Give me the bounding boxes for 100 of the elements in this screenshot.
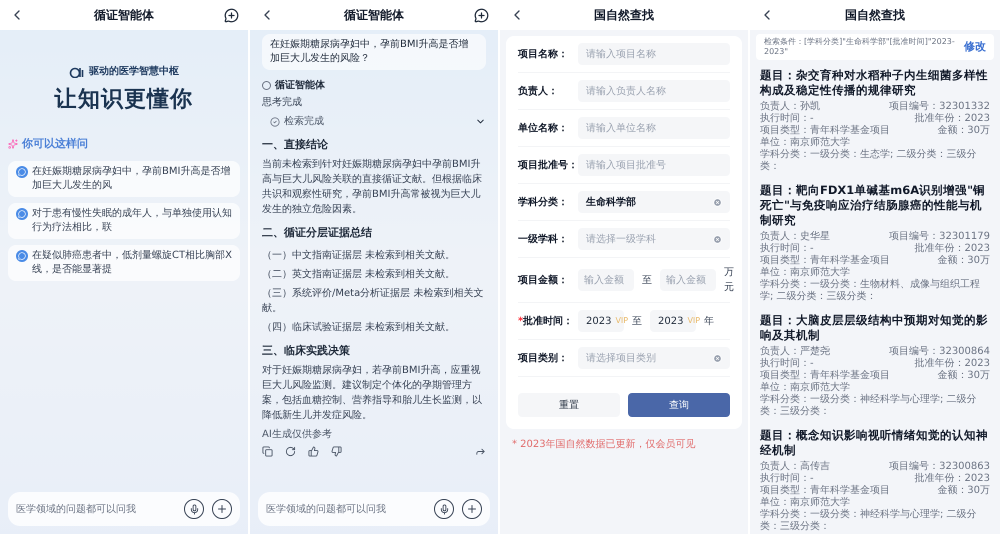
institution-text: 单位：南京师范大学 — [760, 267, 851, 278]
period-text: 执行时间：- — [760, 243, 814, 254]
microphone-icon[interactable] — [188, 504, 200, 514]
institution-text: 单位：南京师范大学 — [760, 382, 851, 394]
field-label: 项目金额： — [518, 273, 569, 288]
project-title: 题目：大脑皮层层级结构中预期对知觉的影响及其机制 — [760, 313, 989, 343]
text-field[interactable]: 请输入单位名称 — [578, 117, 730, 139]
text-field[interactable]: 请输入项目名称 — [578, 43, 730, 65]
amount-text: 金额：30万 — [937, 370, 990, 382]
project-number: 项目编号：32300863 — [889, 461, 990, 472]
amount-field[interactable]: 输入金额 — [660, 269, 716, 291]
period-text: 执行时间：- — [760, 358, 814, 370]
agent-icon — [262, 81, 271, 90]
add-button[interactable] — [212, 499, 232, 519]
field-label: 单位名称： — [518, 122, 569, 136]
field-label: 项目批准号： — [518, 158, 578, 172]
microphone-button[interactable] — [184, 499, 204, 519]
question-icon — [16, 208, 28, 220]
subject-text: 学科分类：一级分类：神经科学与心理学; 二级分类：三级分类： — [760, 394, 978, 418]
institution-text: 单位：南京师范大学 — [760, 137, 851, 148]
microphone-button[interactable] — [434, 499, 454, 519]
check-icon — [270, 116, 280, 126]
project-type: 项目类型：青年科学基金项目 — [760, 255, 890, 266]
project-title: 题目：概念知识影响视听情绪知觉的认知神经机制 — [760, 428, 989, 458]
copy-icon[interactable] — [262, 446, 273, 456]
field-label: 负责人： — [518, 84, 559, 98]
period-text: 执行时间：- — [760, 113, 814, 124]
screen-title: 国自然查找 — [845, 7, 905, 24]
microphone-icon[interactable] — [438, 504, 450, 514]
unit-label: 年 — [704, 314, 714, 328]
field-label: 学科分类： — [518, 196, 569, 210]
question-bubble: 在妊娠期糖尿病孕妇中，孕前BMI升高是否增加巨大儿发生的风险？ — [262, 34, 486, 70]
query-button[interactable]: 查询 — [628, 393, 730, 417]
answer-paragraph: （二）英文指南证据层 未检索到相关文献。 — [262, 268, 456, 282]
suggestion-chip[interactable]: 在疑似肺癌患者中，低剂量螺旋CT相比胸部X线，是否能显著提 — [8, 244, 240, 280]
unit-label: 万元 — [724, 266, 734, 295]
amount-text: 金额：30万 — [937, 125, 990, 137]
suggestion-chip[interactable]: 在妊娠期糖尿病孕妇中，孕前BMI升高是否增加巨大儿发生的风 — [8, 160, 240, 196]
section-heading: 一、直接结论 — [262, 137, 329, 153]
approval-year: 批准年份：2023 — [914, 243, 990, 254]
clear-icon[interactable] — [713, 234, 722, 244]
approval-year: 批准年份：2023 — [914, 473, 990, 484]
agent-name: 循证智能体 — [275, 78, 325, 93]
subject-text: 学科分类：一级分类：生态学; 二级分类：三级分类： — [760, 149, 978, 173]
project-type: 项目类型：青年科学基金项目 — [760, 125, 890, 136]
thumbs-up-icon[interactable] — [308, 446, 319, 456]
field-label: 项目名称： — [518, 48, 569, 62]
answer-paragraph: （三）系统评价/Meta分析证据层 未检索到相关文献。 — [262, 286, 484, 316]
plus-icon[interactable] — [216, 503, 228, 515]
question-icon — [16, 250, 28, 262]
add-button[interactable] — [462, 499, 482, 519]
field-label: 项目类别： — [518, 352, 569, 366]
field-label: *批准时间： — [518, 314, 574, 328]
chat-input-field[interactable]: 医学领域的问题都可以问我 — [258, 492, 490, 526]
text-field[interactable]: 请输入项目批准号 — [578, 154, 730, 176]
leader-text: 负责人：高传吉 — [760, 461, 830, 472]
subject-text: 学科分类：一级分类：神经科学与心理学; 二级分类：三级分类： — [760, 509, 978, 533]
institution-text: 单位：南京师范大学 — [760, 497, 851, 508]
screen-title: 循证智能体 — [344, 7, 404, 24]
regenerate-icon[interactable] — [285, 446, 296, 456]
section-heading: 二、循证分层证据总结 — [262, 224, 373, 240]
question-field[interactable]: 医学领域的问题都可以问我 — [266, 502, 426, 516]
range-separator: 至 — [642, 274, 652, 288]
range-separator: 至 — [632, 314, 642, 328]
clear-icon[interactable] — [713, 354, 722, 362]
period-text: 执行时间：- — [760, 473, 814, 484]
project-number: 项目编号：32301332 — [889, 101, 990, 112]
subject-text: 学科分类：一级分类：生物材料、成像与组织工程学; 二级分类：三级分类： — [760, 279, 981, 303]
project-title: 题目：杂交育种对水稻种子内生细菌多样性构成及稳定性传播的规律研究 — [760, 68, 989, 98]
project-number: 项目编号：32300864 — [889, 346, 990, 358]
project-type: 项目类型：青年科学基金项目 — [760, 370, 890, 382]
thumbs-down-icon[interactable] — [331, 446, 342, 456]
section-heading: 三、临床实践决策 — [262, 343, 351, 359]
answer-paragraph: （一）中文指南证据层 未检索到相关文献。 — [262, 248, 456, 263]
chat-input-field[interactable]: 医学领域的问题都可以问我 — [8, 492, 240, 526]
select-field[interactable]: 生命科学部 — [578, 191, 730, 213]
answer-paragraph: 当前未检索到针对妊娠期糖尿病孕妇中孕前BMI升高与巨大儿风险关联的直接循证文献。但根据临床共识和观察性研究，孕前BMI升高常被视为巨大儿发生的独立危险因素。 — [262, 158, 483, 216]
disclaimer-text: AI生成仅供参考 — [262, 428, 333, 442]
amount-text: 金额：30万 — [937, 255, 990, 267]
screen-title: 国自然查找 — [594, 7, 654, 24]
sparkle-icon — [8, 139, 18, 150]
question-field[interactable]: 医学领域的问题都可以问我 — [16, 502, 176, 516]
notice-text: * 2023年国自然数据已更新，仅会员可见 — [512, 438, 697, 452]
share-icon[interactable] — [475, 446, 486, 456]
step-label: 检索完成 — [284, 114, 325, 129]
question-icon — [16, 166, 28, 178]
screen-title: 循证智能体 — [94, 7, 154, 24]
approval-year: 批准年份：2023 — [914, 113, 990, 124]
amount-field[interactable]: 输入金额 — [578, 269, 634, 291]
project-type: 项目类型：青年科学基金项目 — [760, 485, 890, 496]
edit-link[interactable]: 修改 — [964, 38, 986, 56]
clear-icon[interactable] — [713, 198, 722, 206]
project-title: 题目：靶向FDX1单碱基m6A识别增强"铜死亡"与免疫响应治疗结肠腺癌的性能与机制研究 — [760, 183, 986, 228]
section-title: 你可以这样问 — [22, 136, 88, 152]
text-field[interactable]: 请输入负责人名称 — [578, 80, 730, 102]
plus-icon[interactable] — [466, 503, 478, 515]
reset-button[interactable]: 重置 — [518, 393, 620, 417]
leader-text: 负责人：严楚尧 — [760, 346, 830, 358]
suggestion-chip[interactable]: 对于患有慢性失眠的成年人，与单独使用认知行为疗法相比，联 — [8, 202, 240, 238]
headline: 让知识更懂你 — [54, 85, 194, 114]
